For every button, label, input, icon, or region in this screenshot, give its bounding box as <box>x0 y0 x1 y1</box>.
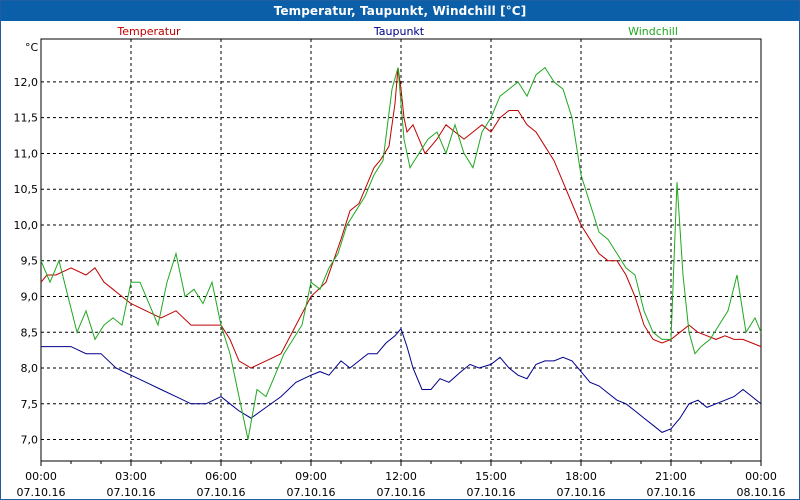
x-tick-date: 08.10.16 <box>737 486 786 499</box>
x-tick-date: 07.10.16 <box>647 486 696 499</box>
legend-label-temperatur: Temperatur <box>116 25 181 38</box>
x-tick-time: 00:00 <box>745 470 777 483</box>
x-tick-time: 06:00 <box>205 470 237 483</box>
x-tick-time: 12:00 <box>385 470 417 483</box>
x-tick-time: 21:00 <box>655 470 687 483</box>
x-tick-date: 07.10.16 <box>557 486 606 499</box>
y-tick-label: 11,0 <box>14 147 39 160</box>
y-tick-label: 10,5 <box>14 183 39 196</box>
x-tick-date: 07.10.16 <box>197 486 246 499</box>
line-chart: 7,0 7,5 8,0 8,5 9,0 9,5 10,0 10,5 11,0 11,5 12,0 °C… <box>14 25 786 499</box>
x-tick-time: 09:00 <box>295 470 327 483</box>
y-tick-label: 8,0 <box>21 362 39 375</box>
chart-window: Temperatur, Taupunkt, Windchill [°C] 7,0… <box>0 0 800 500</box>
legend-label-taupunkt: Taupunkt <box>373 25 425 38</box>
x-tick-time: 03:00 <box>115 470 147 483</box>
y-axis-unit: °C <box>25 41 39 54</box>
y-tick-label: 9,5 <box>21 255 39 268</box>
x-tick-date: 07.10.16 <box>17 486 66 499</box>
y-tick-label: 9,0 <box>21 290 39 303</box>
x-tick-time: 18:00 <box>565 470 597 483</box>
x-tick-time: 15:00 <box>475 470 507 483</box>
x-tick-date: 07.10.16 <box>467 486 516 499</box>
y-tick-label: 7,0 <box>21 434 39 447</box>
x-tick-date: 07.10.16 <box>107 486 156 499</box>
x-tick-date: 07.10.16 <box>377 486 426 499</box>
y-tick-label: 10,0 <box>14 219 39 232</box>
x-tick-date: 07.10.16 <box>287 486 336 499</box>
y-tick-label: 8,5 <box>21 326 39 339</box>
x-tick-time: 00:00 <box>25 470 57 483</box>
legend-label-windchill: Windchill <box>628 25 678 38</box>
y-tick-label: 12,0 <box>14 76 39 89</box>
y-tick-label: 11,5 <box>14 112 39 125</box>
y-tick-label: 7,5 <box>21 398 39 411</box>
